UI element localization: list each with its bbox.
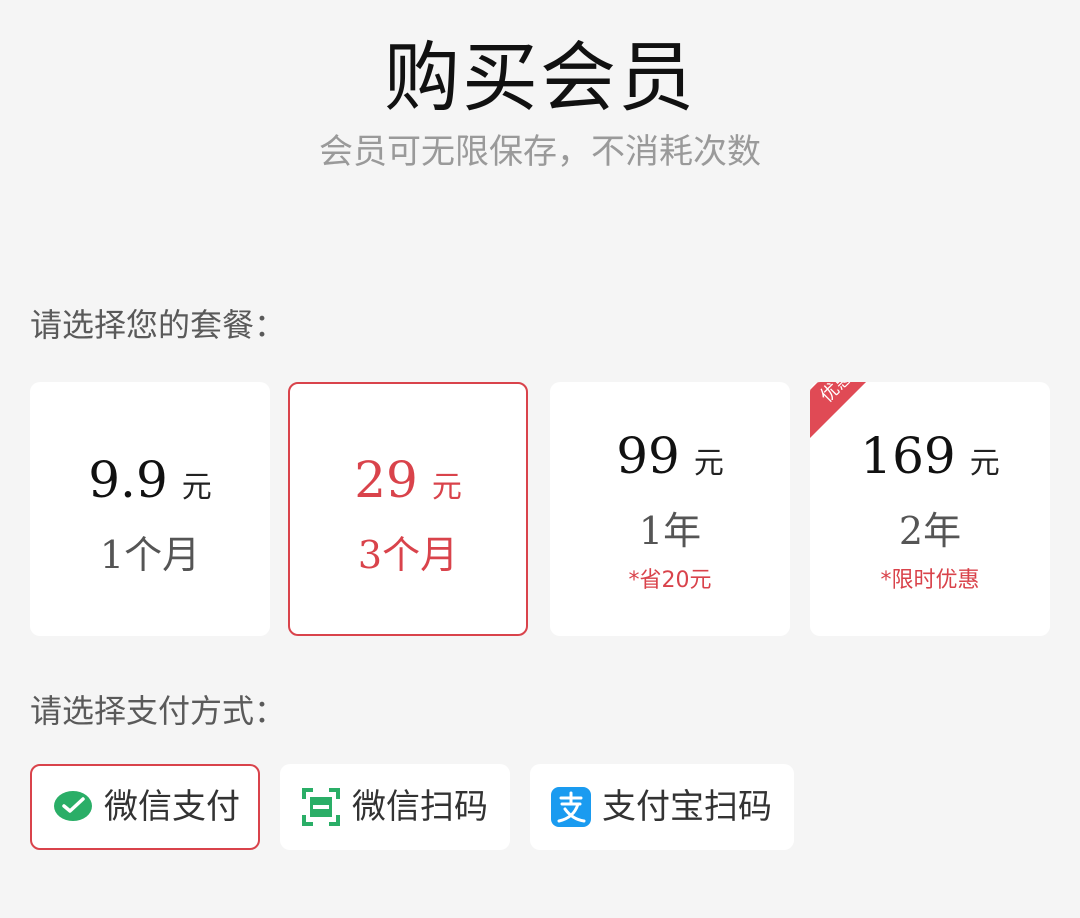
plan-section-label: 请选择您的套餐： bbox=[30, 306, 287, 344]
plan-duration: 3个月 bbox=[357, 533, 459, 577]
payment-method-list: 微信支付 微信扫码 支付宝扫码 bbox=[30, 764, 1050, 850]
payment-wechat-scan[interactable]: 微信扫码 bbox=[280, 764, 510, 850]
plan-list: 9.9 元 1个月 29 元 3个月 99 元 1年 *省20元 优惠 169 元 2年… bbox=[30, 382, 1050, 636]
plan-note: *省20元 bbox=[628, 568, 712, 593]
payment-label: 支付宝扫码 bbox=[602, 787, 772, 827]
plan-duration: 2年 bbox=[898, 509, 962, 553]
payment-label: 微信扫码 bbox=[352, 787, 488, 827]
plan-price-unit: 元 bbox=[181, 470, 212, 505]
plan-price: 99 元 bbox=[616, 427, 724, 485]
wechat-scan-icon bbox=[302, 788, 340, 826]
payment-section-label: 请选择支付方式： bbox=[30, 692, 287, 730]
plan-card-2-years[interactable]: 优惠 169 元 2年 *限时优惠 bbox=[810, 382, 1050, 636]
plan-price-unit: 元 bbox=[969, 446, 1000, 481]
plan-card-1-year[interactable]: 99 元 1年 *省20元 bbox=[550, 382, 790, 636]
plan-card-3-months[interactable]: 29 元 3个月 bbox=[288, 382, 528, 636]
wechat-pay-icon bbox=[54, 791, 92, 821]
plan-duration: 1年 bbox=[638, 509, 702, 553]
page-title: 购买会员 bbox=[384, 33, 696, 122]
payment-alipay-scan[interactable]: 支付宝扫码 bbox=[530, 764, 794, 850]
plan-duration: 1个月 bbox=[99, 533, 201, 577]
alipay-icon bbox=[551, 787, 591, 827]
plan-price: 9.9 元 bbox=[88, 451, 212, 509]
payment-label: 微信支付 bbox=[104, 787, 240, 827]
payment-wechat-pay[interactable]: 微信支付 bbox=[30, 764, 260, 850]
plan-price-unit: 元 bbox=[431, 470, 462, 505]
page-subtitle: 会员可无限保存，不消耗次数 bbox=[319, 132, 761, 172]
plan-price-unit: 元 bbox=[693, 446, 724, 481]
plan-price: 169 元 bbox=[860, 427, 1000, 485]
plan-note: *限时优惠 bbox=[880, 568, 980, 593]
plan-card-1-month[interactable]: 9.9 元 1个月 bbox=[30, 382, 270, 636]
plan-price: 29 元 bbox=[354, 451, 462, 509]
